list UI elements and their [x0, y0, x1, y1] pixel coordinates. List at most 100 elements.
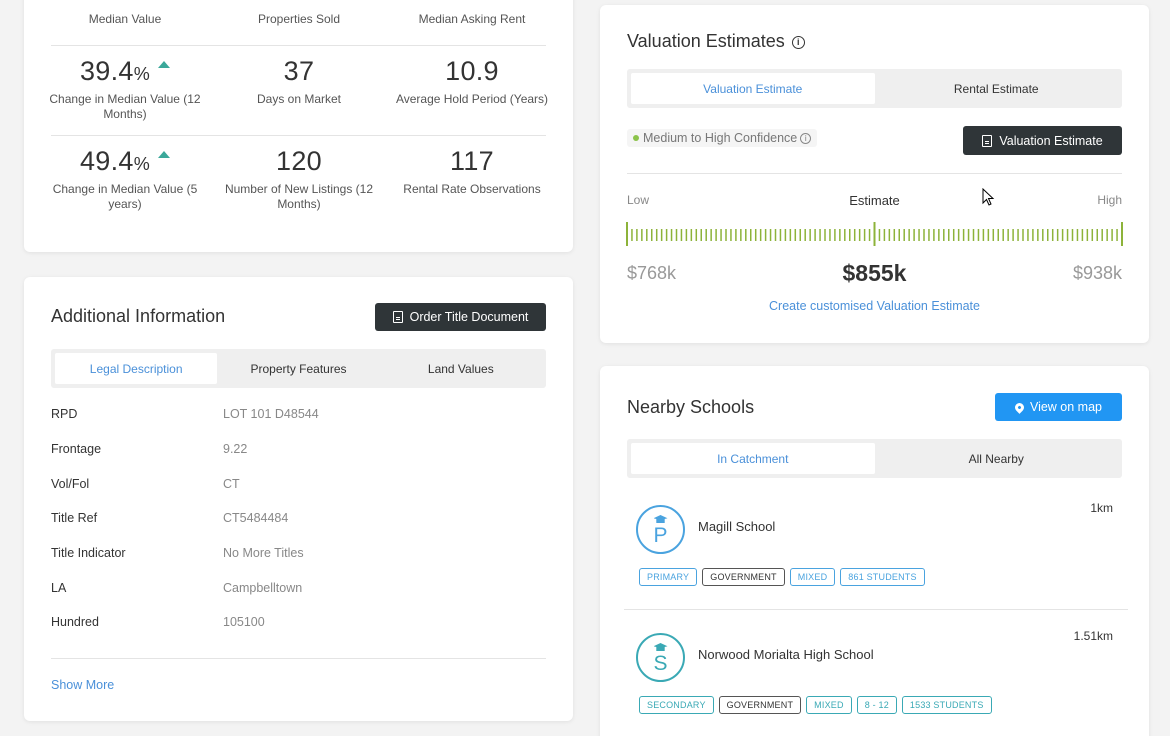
high-value: $938k — [1072, 263, 1122, 283]
additional-info-tabs: Legal Description Property Features Land… — [51, 349, 546, 388]
info-key: Frontage — [51, 442, 102, 456]
info-key: RPD — [51, 407, 78, 421]
order-title-document-button[interactable]: Order Title Document — [375, 303, 546, 331]
school-type-letter: P — [653, 523, 668, 547]
primary-school-icon: P — [636, 505, 685, 554]
info-value: No More Titles — [223, 546, 304, 560]
tab-valuation-estimate[interactable]: Valuation Estimate — [631, 73, 875, 104]
divider — [51, 135, 546, 136]
badge-years: 8 - 12 — [856, 696, 897, 714]
tab-property-features[interactable]: Property Features — [217, 353, 379, 384]
info-key: Title Indicator — [51, 546, 126, 560]
info-key: Vol/Fol — [51, 477, 90, 491]
badge-sector: GOVERNMENT — [718, 696, 802, 714]
button-label: Valuation Estimate — [999, 133, 1103, 148]
trend-up-icon — [158, 61, 171, 68]
badge-gender: MIXED — [789, 568, 836, 586]
school-distance: 1.51km — [1073, 629, 1113, 643]
stat-header-median-value: Median Value — [88, 12, 162, 26]
tab-in-catchment[interactable]: In Catchment — [631, 443, 875, 474]
valuation-estimate-button[interactable]: Valuation Estimate — [963, 126, 1122, 155]
info-value: 9.22 — [223, 442, 248, 456]
show-more-link[interactable]: Show More — [51, 678, 114, 692]
create-customised-valuation-link[interactable]: Create customised Valuation Estimate — [600, 299, 1149, 313]
badge-students: 1533 STUDENTS — [901, 696, 992, 714]
stat-value: 120 — [276, 146, 322, 176]
info-value: LOT 101 D48544 — [223, 407, 319, 421]
section-title: Nearby Schools — [627, 397, 755, 417]
badge-sector: GOVERNMENT — [702, 568, 785, 586]
range-high-label: High — [1097, 193, 1122, 207]
school-badges: SECONDARY GOVERNMENT MIXED 8 - 12 1533 S… — [639, 696, 992, 714]
range-low-label: Low — [627, 193, 650, 207]
stat-unit: % — [133, 154, 151, 174]
document-icon — [392, 311, 403, 323]
confidence-dot-icon — [633, 135, 639, 141]
info-icon[interactable]: i — [800, 132, 812, 144]
mouse-cursor-icon — [982, 188, 995, 206]
divider — [51, 658, 546, 659]
info-value: CT5484484 — [223, 511, 289, 525]
graduation-cap-icon — [653, 515, 668, 523]
button-label: View on map — [1029, 400, 1103, 414]
tab-land-values[interactable]: Land Values — [380, 353, 542, 384]
badge-level: PRIMARY — [639, 568, 698, 586]
secondary-school-icon: S — [636, 633, 685, 682]
stat-value: 49.4 — [79, 146, 134, 176]
stat-label: Days on Market — [256, 92, 342, 106]
stat-label: Number of New Listings (12 Months) — [224, 182, 374, 211]
info-value: CT — [223, 477, 240, 491]
document-icon — [982, 134, 993, 147]
stat-value: 39.4 — [79, 56, 134, 86]
stat-header-properties-sold: Properties Sold — [257, 12, 341, 26]
school-name: Norwood Morialta High School — [698, 647, 874, 662]
badge-level: SECONDARY — [639, 696, 714, 714]
market-stats-card: Median Value Properties Sold Median Aski… — [24, 0, 573, 252]
graduation-cap-icon — [653, 643, 668, 651]
additional-information-card: Additional Information Order Title Docum… — [24, 277, 573, 721]
valuation-range-ticks — [626, 222, 1123, 246]
title-text: Valuation Estimates — [627, 31, 785, 51]
range-estimate-label: Estimate — [849, 193, 900, 208]
tab-rental-estimate[interactable]: Rental Estimate — [875, 73, 1119, 104]
tab-all-nearby[interactable]: All Nearby — [875, 443, 1119, 474]
school-badges: PRIMARY GOVERNMENT MIXED 861 STUDENTS — [639, 568, 925, 586]
section-title: Additional Information — [51, 306, 226, 326]
stat-label: Rental Rate Observations — [403, 182, 541, 196]
estimate-value: $855k — [842, 260, 907, 286]
info-value: 105100 — [223, 615, 265, 629]
valuation-tabs: Valuation Estimate Rental Estimate — [627, 69, 1122, 108]
info-value: Campbelltown — [223, 581, 303, 595]
trend-up-icon — [158, 151, 171, 158]
badge-students: 861 STUDENTS — [840, 568, 925, 586]
badge-gender: MIXED — [806, 696, 852, 714]
info-key: LA — [51, 581, 67, 595]
school-type-letter: S — [653, 651, 668, 675]
stat-value: 10.9 — [445, 56, 499, 86]
stat-value: 117 — [450, 146, 494, 176]
stat-new-listings: 120 Number of New Listings (12 Months) — [213, 146, 385, 212]
stat-days-on-market: 37 Days on Market — [213, 56, 385, 107]
info-key: Hundred — [51, 615, 99, 629]
stat-label: Change in Median Value (12 Months) — [49, 92, 201, 121]
nearby-schools-card: Nearby Schools View on map In Catchment … — [600, 366, 1149, 736]
section-title: Valuation Estimates i — [627, 31, 805, 52]
tab-legal-description[interactable]: Legal Description — [55, 353, 218, 384]
schools-tabs: In Catchment All Nearby — [627, 439, 1122, 478]
stat-header-median-asking-rent: Median Asking Rent — [418, 12, 526, 26]
stat-value: 37 — [283, 56, 315, 86]
divider — [51, 45, 546, 46]
view-on-map-button[interactable]: View on map — [995, 393, 1122, 421]
stat-change-5y: 49.4% Change in Median Value (5 years) — [39, 146, 211, 212]
button-label: Order Title Document — [409, 310, 529, 324]
divider — [627, 173, 1122, 174]
info-key: Title Ref — [51, 511, 98, 525]
map-pin-icon — [1013, 400, 1026, 414]
info-icon[interactable]: i — [791, 36, 805, 49]
valuation-estimates-card: Valuation Estimates i Valuation Estimate … — [600, 5, 1149, 343]
confidence-text: Medium to High Confidence — [643, 131, 798, 145]
school-name: Magill School — [698, 519, 776, 534]
divider — [624, 609, 1128, 610]
school-distance: 1km — [1090, 501, 1113, 515]
stat-change-12m: 39.4% Change in Median Value (12 Months) — [39, 56, 211, 122]
